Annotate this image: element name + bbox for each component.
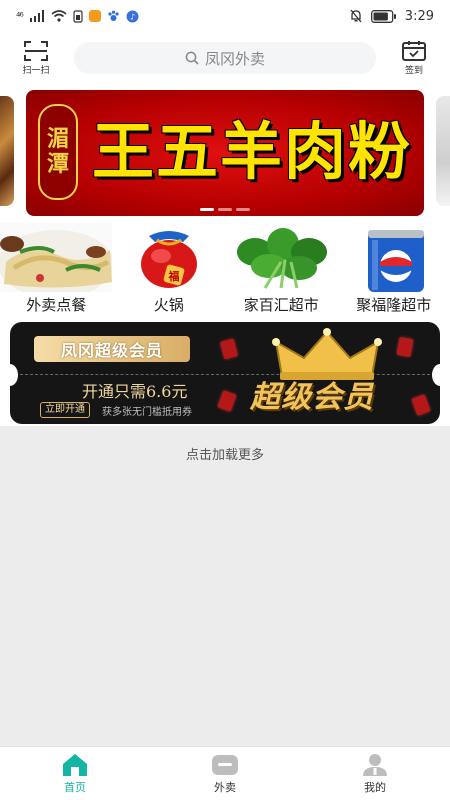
- carousel-dot: [218, 208, 232, 211]
- status-left: ⁴⁶ ♪: [16, 10, 139, 23]
- noodle-dish-image: [0, 222, 113, 292]
- carousel-indicator: [0, 208, 450, 211]
- search-bar[interactable]: 凤冈外卖: [74, 42, 376, 74]
- wifi-icon: [51, 10, 67, 22]
- video-app-icon: [88, 10, 101, 22]
- seal-char: 湄: [46, 126, 69, 152]
- vip-badge: 凤冈超级会员: [34, 336, 190, 362]
- tab-profile[interactable]: 我的: [300, 747, 450, 800]
- paw-app-icon: [108, 10, 119, 21]
- svg-text:♪: ♪: [130, 12, 135, 21]
- scan-button[interactable]: 扫一扫: [12, 40, 60, 76]
- banner-seal: 湄 潭: [38, 104, 78, 200]
- takeout-icon: [212, 754, 238, 775]
- banner-carousel[interactable]: 湄 潭 王五羊肉粉: [0, 84, 450, 222]
- red-envelope-icon: [219, 338, 239, 360]
- signin-button[interactable]: 签到: [390, 40, 438, 76]
- pepsi-can-image: [337, 222, 450, 292]
- vip-membership-card[interactable]: 凤冈超级会员 开通只需6.6元 立即开通 获多张无门槛抵用券 超级会员: [10, 322, 440, 424]
- scan-label: 扫一扫: [22, 66, 50, 76]
- vip-price: 开通只需6.6元: [82, 382, 188, 401]
- ticket-notch: [10, 364, 18, 386]
- category-label: 聚福隆超市: [356, 296, 432, 314]
- search-icon: [185, 51, 199, 65]
- mute-icon: [350, 9, 362, 23]
- category-item-jufulong[interactable]: 聚福隆超市: [337, 222, 450, 316]
- tab-takeout[interactable]: 外卖: [150, 747, 300, 800]
- hotpot-bag-image: 福: [112, 222, 225, 292]
- red-envelope-icon: [411, 394, 431, 416]
- calendar-check-icon: [402, 41, 426, 61]
- status-bar: ⁴⁶ ♪ 3:29: [0, 0, 450, 32]
- category-item-jiabaihui[interactable]: 家百汇超市: [225, 222, 338, 316]
- category-item-hotpot[interactable]: 福 火锅: [112, 222, 226, 316]
- tab-home[interactable]: 首页: [0, 747, 150, 800]
- category-grid: 外卖点餐 福 火锅 家百汇超市 聚福隆超市: [0, 222, 450, 316]
- vip-subtitle: 获多张无门槛抵用券: [102, 407, 192, 418]
- category-label: 外卖点餐: [26, 296, 87, 314]
- red-envelope-icon: [396, 336, 414, 358]
- svg-text:福: 福: [167, 269, 179, 283]
- seal-char: 潭: [46, 152, 69, 177]
- previous-banner-preview[interactable]: [0, 96, 14, 206]
- bottom-tab-bar: 首页 外卖 我的: [0, 746, 450, 800]
- ticket-notch: [432, 364, 440, 386]
- category-label: 家百汇超市: [243, 296, 319, 314]
- status-right: 3:29: [349, 9, 434, 24]
- next-banner-preview[interactable]: [436, 96, 450, 206]
- carousel-dot: [200, 208, 214, 211]
- clock: 3:29: [404, 8, 434, 24]
- tab-label: 我的: [364, 780, 386, 794]
- vegetables-image: [225, 222, 338, 292]
- vip-open-button[interactable]: 立即开通: [40, 402, 90, 418]
- vip-big-title: 超级会员: [250, 380, 374, 415]
- signal-icon: [29, 10, 44, 22]
- banner-slide[interactable]: 湄 潭 王五羊肉粉: [26, 90, 424, 216]
- top-bar: 扫一扫 凤冈外卖 签到: [0, 32, 450, 84]
- scan-icon: [24, 41, 48, 61]
- music-app-icon: ♪: [126, 10, 139, 22]
- sim-icon: [73, 9, 83, 23]
- tab-label: 外卖: [214, 780, 236, 794]
- signal-type-label: ⁴⁶: [16, 9, 24, 23]
- home-icon: [63, 753, 87, 776]
- signin-label: 签到: [404, 66, 423, 76]
- home-content: 湄 潭 王五羊肉粉 外卖点餐 福 火锅 家百汇超市 聚福隆超市 凤冈超级会员 开…: [0, 84, 450, 426]
- profile-icon: [363, 753, 387, 776]
- search-placeholder: 凤冈外卖: [204, 49, 265, 68]
- red-envelope-icon: [217, 390, 237, 412]
- banner-title: 王五羊肉粉: [91, 115, 412, 188]
- carousel-dot: [236, 208, 250, 211]
- tab-label: 首页: [64, 780, 86, 794]
- load-more-link[interactable]: 点击加载更多: [0, 444, 450, 463]
- battery-icon: [370, 9, 396, 23]
- category-item-takeout[interactable]: 外卖点餐: [0, 222, 113, 316]
- category-label: 火锅: [153, 296, 184, 314]
